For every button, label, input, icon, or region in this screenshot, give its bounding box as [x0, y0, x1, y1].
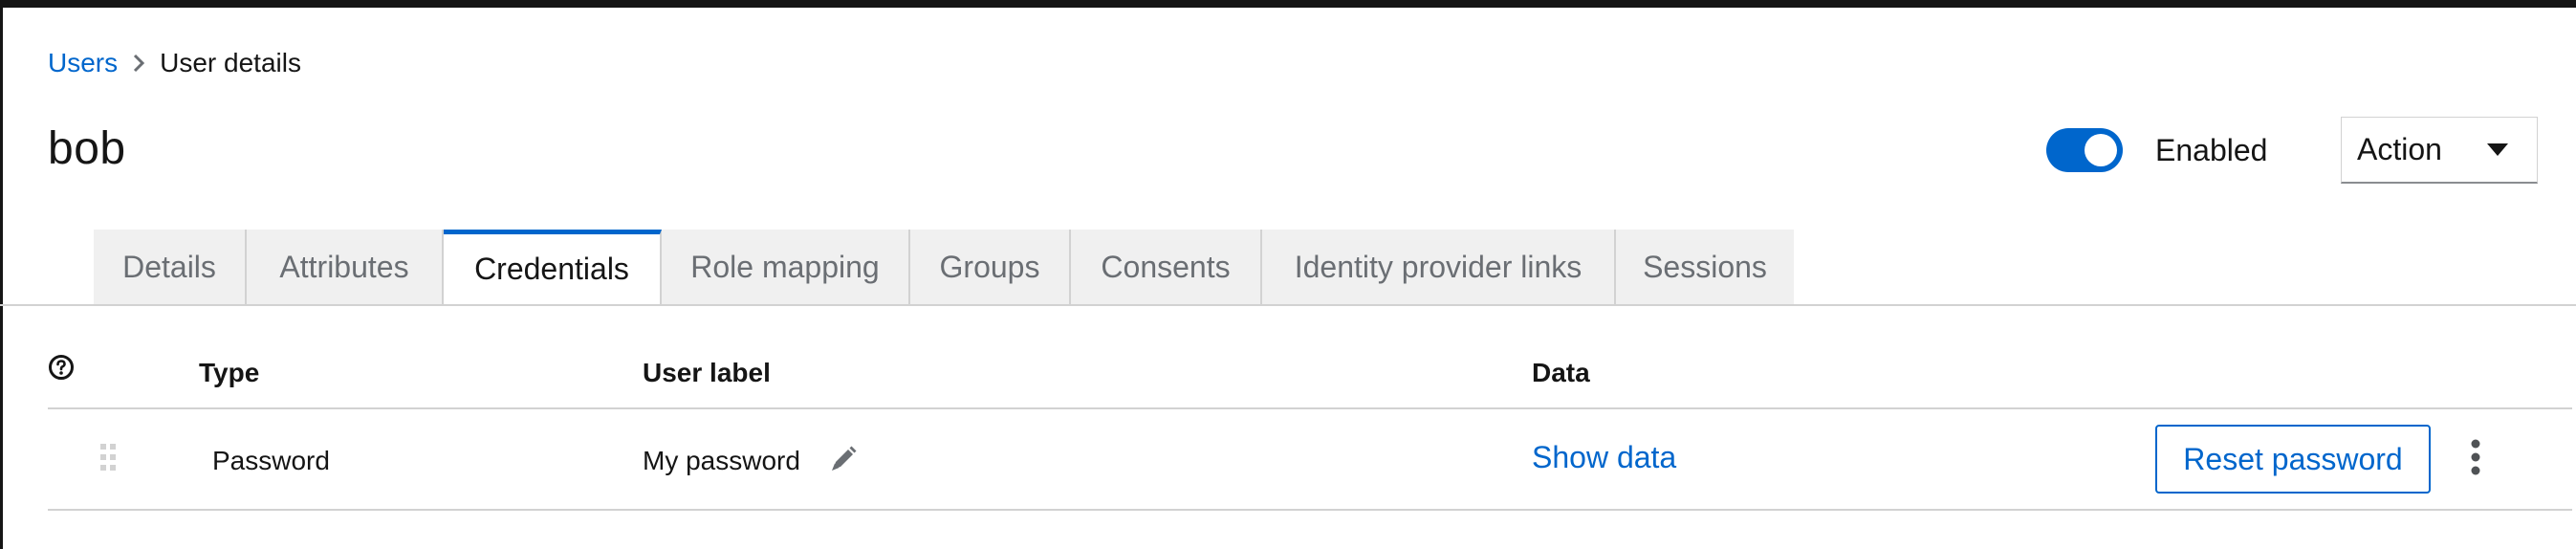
- show-data-link[interactable]: Show data: [1532, 440, 1676, 475]
- grip-vertical-icon[interactable]: [99, 442, 119, 472]
- tabs-divider: [0, 304, 2576, 306]
- action-dropdown-label: Action: [2357, 132, 2442, 166]
- caret-down-icon: [2487, 143, 2508, 156]
- credential-type: Password: [212, 446, 330, 475]
- tab-groups[interactable]: Groups: [910, 230, 1071, 304]
- column-header-data: Data: [1532, 358, 1590, 387]
- table-row-divider: [48, 509, 2572, 511]
- breadcrumb: Users User details: [48, 46, 301, 80]
- tab-credentials[interactable]: Credentials: [444, 230, 662, 304]
- reset-password-button[interactable]: Reset password: [2155, 425, 2431, 494]
- action-dropdown[interactable]: Action: [2341, 117, 2538, 184]
- tab-consents[interactable]: Consents: [1071, 230, 1262, 304]
- breadcrumb-users-link[interactable]: Users: [48, 48, 118, 78]
- enabled-toggle[interactable]: [2046, 128, 2123, 172]
- tab-identity-provider-links[interactable]: Identity provider links: [1262, 230, 1616, 304]
- table-header-divider: [48, 407, 2572, 409]
- tab-sessions[interactable]: Sessions: [1616, 230, 1794, 304]
- tab-role-mapping[interactable]: Role mapping: [662, 230, 910, 304]
- column-header-type: Type: [199, 358, 260, 387]
- tab-attributes[interactable]: Attributes: [247, 230, 444, 304]
- enabled-label: Enabled: [2155, 132, 2268, 167]
- chevron-right-icon: [118, 46, 160, 80]
- tab-details[interactable]: Details: [94, 230, 247, 304]
- question-circle-icon[interactable]: [48, 354, 75, 381]
- pencil-icon[interactable]: [828, 444, 859, 474]
- column-header-user-label: User label: [643, 358, 771, 387]
- top-bar: [0, 0, 2576, 8]
- breadcrumb-current: User details: [160, 48, 301, 77]
- credential-user-label: My password: [643, 446, 800, 475]
- toggle-knob: [2085, 134, 2117, 166]
- kebab-icon[interactable]: [2461, 436, 2490, 478]
- tab-bar: Details Attributes Credentials Role mapp…: [94, 230, 1794, 304]
- left-border: [0, 8, 3, 549]
- enabled-switch[interactable]: Enabled: [2046, 126, 2267, 174]
- page-title: bob: [48, 123, 126, 174]
